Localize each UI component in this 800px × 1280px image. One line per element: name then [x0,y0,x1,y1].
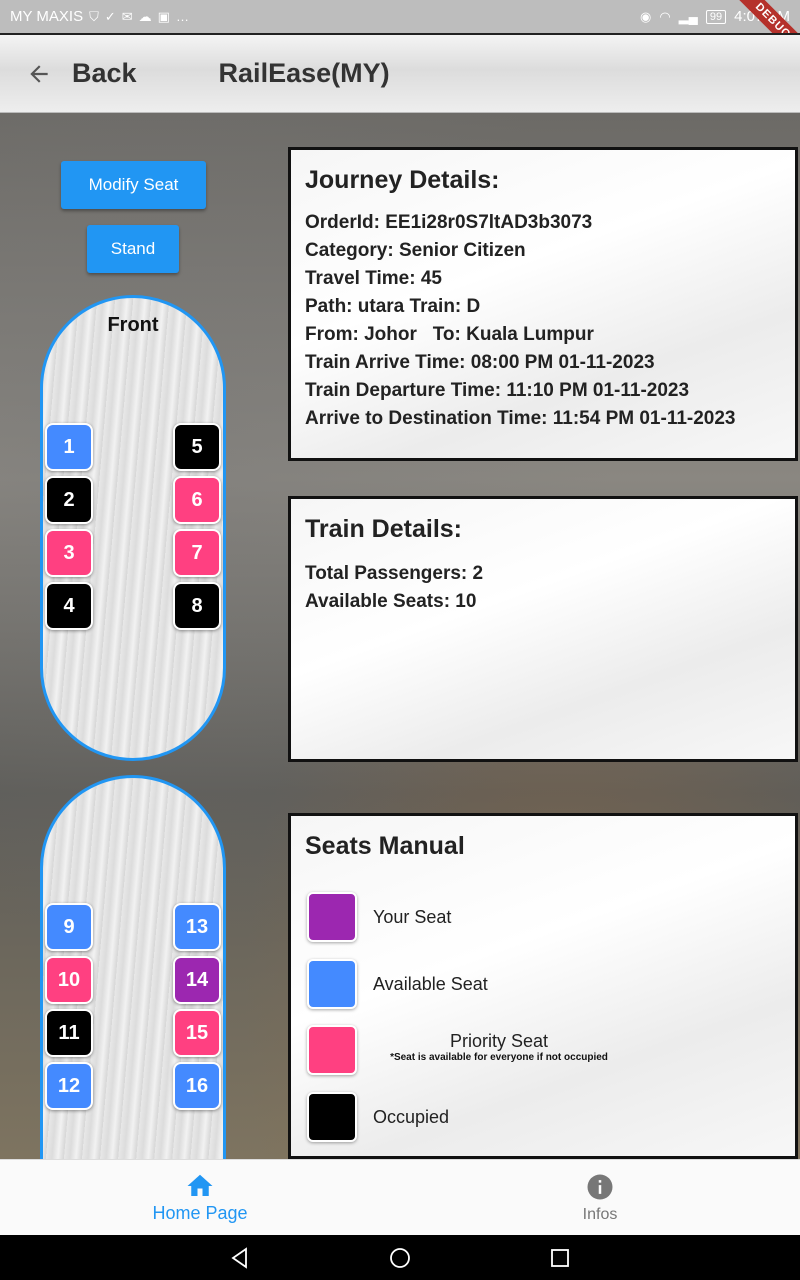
priority-note: *Seat is available for everyone if not o… [390,1052,608,1063]
arrive-time: Train Arrive Time: 08:00 PM 01-11-2023 [305,352,655,373]
available-seats: Available Seats: 10 [305,591,477,612]
priority-text: Priority Seat *Seat is available for eve… [389,1025,609,1063]
manual-heading: Seats Manual [305,832,465,860]
eye-icon: ◉ [639,8,652,24]
carrier-label: MY MAXIS [10,8,84,25]
journey-details-card: Journey Details: OrderId: EE1i28r0S7ltAD… [288,147,798,461]
nav-home[interactable]: Home Page [0,1160,400,1235]
travel-time: Travel Time: 45 [305,268,442,289]
seat-14[interactable]: 14 [173,956,221,1004]
journey-heading: Journey Details: [305,166,500,194]
carriage-front: Front 1 2 3 4 5 6 7 8 [40,295,226,761]
seat-8[interactable]: 8 [173,582,221,630]
swatch-priority-seat [307,1025,357,1075]
front-label: Front [107,314,159,336]
legend-label: Occupied [373,1106,450,1127]
carriage-back: 9 10 11 12 13 14 15 16 [40,775,226,1159]
train-heading: Train Details: [305,515,462,543]
legend-occupied: Occupied [307,1092,449,1142]
nav-home-label: Home Page [152,1203,248,1223]
more-icon: … [175,9,189,24]
status-bar: MY MAXIS ⛉ ✓ ✉ ☁ ▣ … ◉ ◠ ▂▄ 99 4:07 PM D… [0,0,800,67]
legend-label: Your Seat [373,906,452,927]
seat-1[interactable]: 1 [45,423,93,471]
page-title: RailEase(MY) [218,58,390,88]
info-icon [587,1174,613,1199]
total-passengers: Total Passengers: 2 [305,563,484,584]
system-recents-icon[interactable] [548,1246,572,1270]
seat-5[interactable]: 5 [173,423,221,471]
battery-icon: 99 [705,9,727,24]
seats-manual-card: Seats Manual Your Seat Available Seat Pr… [288,813,798,1159]
back-arrow-icon[interactable] [26,61,52,87]
nav-infos[interactable]: Infos [400,1160,800,1235]
main-content: Modify Seat Stand Front 1 2 3 4 5 6 7 8 … [0,113,800,1159]
bottom-nav: Home Page Infos [0,1159,800,1235]
legend-label: Available Seat [373,973,488,994]
swatch-available-seat [307,959,357,1009]
from-to: From: Johor To: Kuala Lumpur [305,324,594,345]
legend-your-seat: Your Seat [307,892,451,942]
seat-13[interactable]: 13 [173,903,221,951]
seat-10[interactable]: 10 [45,956,93,1004]
order-id: OrderId: EE1i28r0S7ltAD3b3073 [305,212,593,233]
modify-seat-button[interactable]: Modify Seat [61,161,206,209]
seat-16[interactable]: 16 [173,1062,221,1110]
system-back-icon[interactable] [228,1246,252,1270]
train-details-card: Train Details: Total Passengers: 2 Avail… [288,496,798,762]
legend-priority-seat: Priority Seat *Seat is available for eve… [307,1025,608,1075]
departure-time: Train Departure Time: 11:10 PM 01-11-202… [305,380,690,401]
legend-available-seat: Available Seat [307,959,488,1009]
seat-15[interactable]: 15 [173,1009,221,1057]
shield-icon: ⛉ [89,8,99,24]
wifi-icon: ◠ [659,8,671,24]
seat-6[interactable]: 6 [173,476,221,524]
seat-4[interactable]: 4 [45,582,93,630]
seat-2[interactable]: 2 [45,476,93,524]
bag-icon: ▣ [157,8,170,24]
path: Path: utara Train: D [305,296,481,317]
swatch-your-seat [307,892,357,942]
nav-infos-label: Infos [582,1205,618,1223]
system-nav-bar [0,1235,800,1280]
seat-7[interactable]: 7 [173,529,221,577]
seat-3[interactable]: 3 [45,529,93,577]
cloud-icon: ☁ [138,8,152,24]
destination-time: Arrive to Destination Time: 11:54 PM 01-… [305,408,736,429]
app-bar: Back RailEase(MY) [0,33,800,113]
signal-icon: ▂▄ [678,8,698,24]
status-left: MY MAXIS ⛉ ✓ ✉ ☁ ▣ … [10,8,640,25]
back-button[interactable]: Back [72,58,137,89]
category: Category: Senior Citizen [305,240,526,261]
legend-label: Priority Seat [449,1031,549,1051]
seat-9[interactable]: 9 [45,903,93,951]
system-home-icon[interactable] [388,1246,412,1270]
stand-button[interactable]: Stand [87,225,179,273]
check-icon: ✓ [104,8,116,24]
home-icon [187,1174,213,1196]
seat-11[interactable]: 11 [45,1009,93,1057]
mail-icon: ✉ [121,8,133,24]
seat-12[interactable]: 12 [45,1062,93,1110]
swatch-occupied [307,1092,357,1142]
